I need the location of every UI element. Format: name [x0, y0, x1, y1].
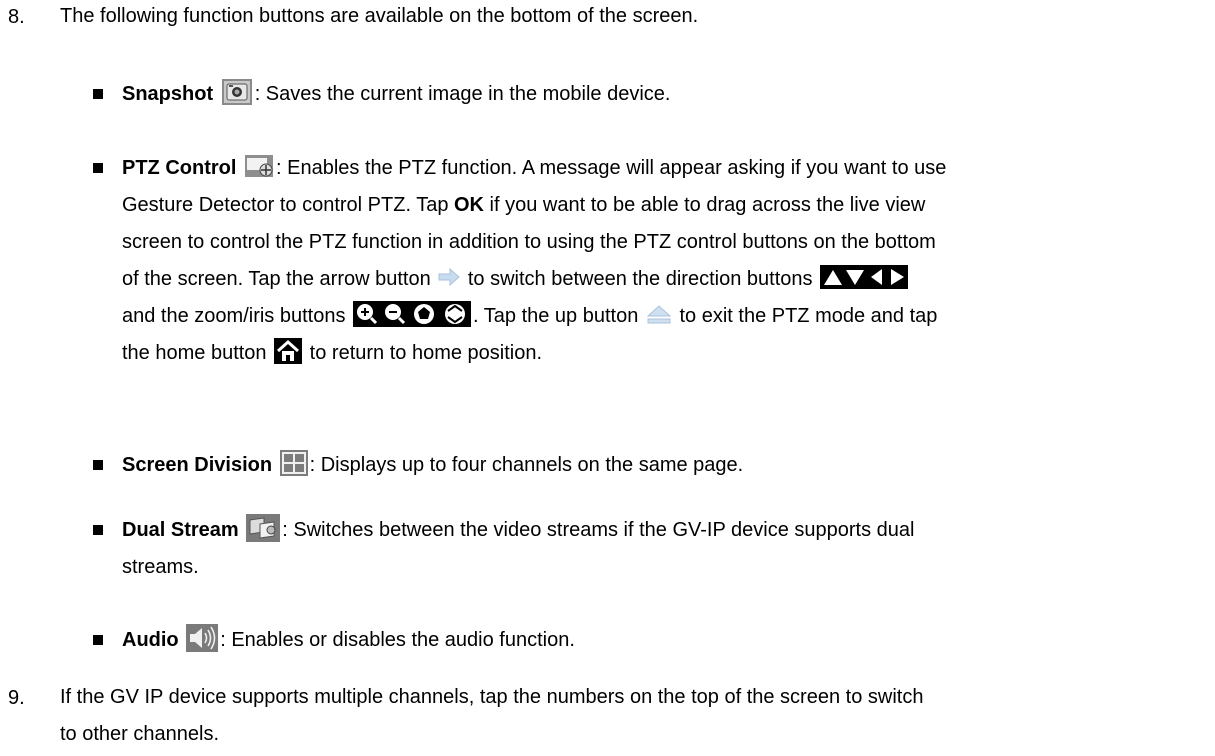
bullet-ptz-control: PTZ Control : Enables the PTZ function. …: [122, 150, 1201, 372]
bullet-audio: Audio : Enables or disables the audio fu…: [122, 622, 1201, 659]
direction-buttons-icon: [820, 264, 909, 289]
ptz-desc-line1: : Enables the PTZ function. A message wi…: [276, 157, 947, 179]
speaker-icon: [186, 623, 219, 652]
ptz-desc-line2b: if you want to be able to drag across th…: [484, 194, 926, 216]
dual-stream-desc-line1: : Switches between the video streams if …: [282, 519, 915, 541]
camera-icon: [221, 78, 253, 106]
bullet-square: [93, 163, 103, 173]
ptz-desc-line4b: to switch between the direction buttons: [467, 268, 813, 290]
ptz-desc-line6b: to return to home position.: [309, 342, 543, 364]
bullet-screen-division: Screen Division : Displays up to four ch…: [122, 447, 1201, 484]
zoom-iris-buttons-icon: [353, 300, 472, 327]
item-9-text: If the GV IP device supports multiple ch…: [60, 679, 1201, 753]
snapshot-desc: : Saves the current image in the mobile …: [254, 83, 671, 105]
arrow-right-icon: [438, 267, 461, 286]
item-number-8: 8.: [8, 6, 25, 28]
bullet-snapshot: Snapshot : Saves the current image in th…: [122, 76, 1201, 113]
ptz-desc-line5a: and the zoom/iris buttons: [122, 305, 352, 327]
audio-desc: : Enables or disables the audio function…: [220, 629, 575, 651]
item-8-text: The following function buttons are avail…: [60, 5, 699, 27]
ptz-desc-line3: screen to control the PTZ function in ad…: [122, 231, 936, 253]
dual-stream-icon: [246, 513, 281, 542]
ok-label: OK: [454, 194, 484, 216]
home-icon: [274, 337, 303, 364]
up-button-icon: [646, 304, 672, 324]
ptz-title: PTZ Control: [122, 157, 237, 179]
ptz-desc-line6a: the home button: [122, 342, 273, 364]
ptz-desc-line2a: Gesture Detector to control PTZ. Tap: [122, 194, 454, 216]
bullet-square: [93, 635, 103, 645]
bullet-square: [93, 89, 103, 99]
item-9-line2: to other channels.: [60, 723, 219, 745]
item-9-line1: If the GV IP device supports multiple ch…: [60, 686, 924, 708]
ptz-desc-line5b: . Tap the up button: [473, 305, 644, 327]
item-number-9: 9.: [8, 687, 25, 709]
dual-stream-desc-line2: streams.: [122, 556, 199, 578]
dual-stream-title: Dual Stream: [122, 519, 239, 541]
bullet-square: [93, 460, 103, 470]
screen-division-title: Screen Division: [122, 454, 273, 476]
ptz-icon: [244, 154, 274, 178]
bullet-square: [93, 525, 103, 535]
bullet-dual-stream: Dual Stream : Switches between the video…: [122, 512, 1201, 586]
ptz-desc-line5c: to exit the PTZ mode and tap: [679, 305, 938, 327]
audio-title: Audio: [122, 629, 179, 651]
snapshot-title: Snapshot: [122, 83, 214, 105]
ptz-desc-line4a: of the screen. Tap the arrow button: [122, 268, 437, 290]
grid-icon: [279, 449, 308, 476]
screen-division-desc: : Displays up to four channels on the sa…: [309, 454, 744, 476]
